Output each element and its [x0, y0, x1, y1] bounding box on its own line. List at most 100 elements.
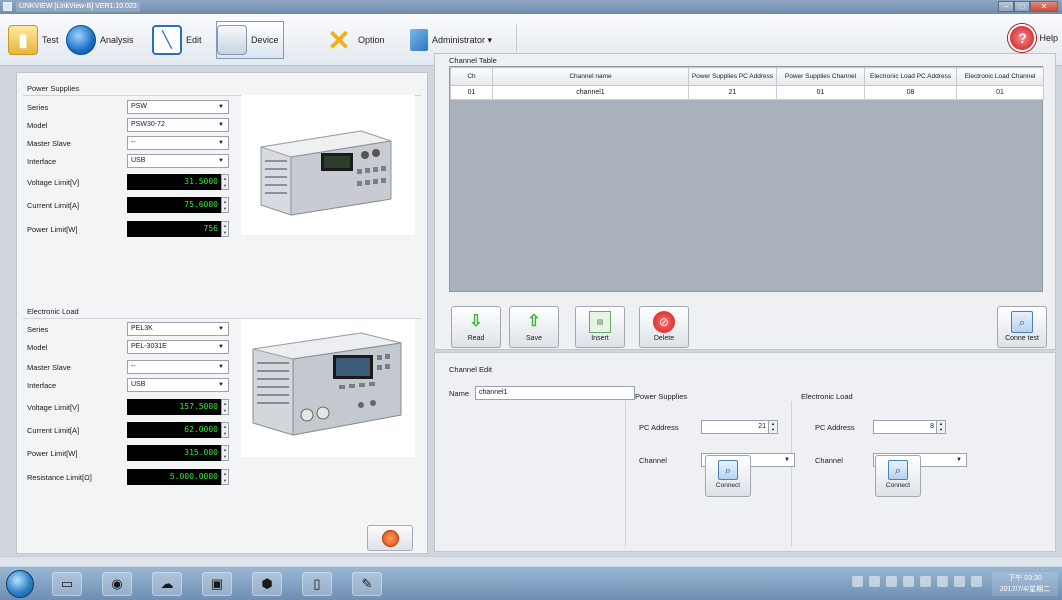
el-master-slave-select[interactable]: -- ▼	[127, 360, 229, 374]
channel-name-label: Name	[449, 388, 470, 398]
chevron-down-icon: ▼	[218, 364, 224, 370]
ps-current-label: Current Limit[A]	[27, 200, 80, 210]
analysis-button[interactable]: Analysis	[66, 21, 134, 59]
tray-icon[interactable]	[920, 576, 931, 587]
el-pc-address-spinner[interactable]: ▲ ▼	[937, 420, 946, 434]
edit-button[interactable]: ╲ Edit	[152, 21, 202, 59]
ps-model-select[interactable]: PSW30-72 ▼	[127, 118, 229, 132]
ps-current-spinner[interactable]: ▲ ▼	[221, 197, 229, 213]
reset-button[interactable]	[367, 525, 413, 551]
power-supply-image	[241, 95, 415, 235]
device-settings-panel: Power Supplies Series PSW ▼ Model PSW30-7…	[16, 72, 428, 554]
help-button[interactable]: ? Help	[1008, 24, 1058, 52]
el-power-spinner[interactable]: ▲ ▼	[221, 445, 229, 461]
reset-icon	[382, 530, 399, 547]
start-button[interactable]	[6, 570, 34, 598]
column-header-ps-channel[interactable]: Power Supplies Channel	[776, 67, 865, 86]
el-interface-select[interactable]: USB ▼	[127, 378, 229, 392]
el-current-input[interactable]: 62.0000	[127, 422, 221, 438]
device-button[interactable]: Device	[216, 21, 284, 59]
ps-voltage-label: Voltage Limit[V]	[27, 177, 80, 187]
ps-pc-address-spinner[interactable]: ▲ ▼	[769, 420, 778, 434]
ps-power-label: Power Limit[W]	[27, 224, 78, 234]
delete-button[interactable]: ⊘ Delete	[639, 306, 689, 348]
el-pc-address-input[interactable]: 8	[873, 420, 937, 434]
el-connect-button[interactable]: ⌕ Connect	[875, 455, 921, 497]
test-button[interactable]: ▮ Test	[8, 21, 59, 59]
section-divider	[791, 401, 792, 547]
table-row[interactable]: 01 channel1 21 01 08 01	[450, 85, 1044, 100]
ps-voltage-input[interactable]: 31.5000	[127, 174, 221, 190]
tray-icon[interactable]	[937, 576, 948, 587]
insert-button[interactable]: ▤ Insert	[575, 306, 625, 348]
test-icon: ▮	[8, 25, 38, 55]
el-interface-row: Interface USB ▼	[27, 377, 229, 393]
column-header-ch[interactable]: Ch	[450, 67, 493, 86]
channel-name-input[interactable]: channel1	[475, 386, 636, 400]
ps-power-input[interactable]: 756	[127, 221, 221, 237]
ps-series-select[interactable]: PSW ▼	[127, 100, 229, 114]
channel-name-row: Name channel1	[449, 386, 636, 400]
column-header-ps-pc-address[interactable]: Power Supplies PC Address	[688, 67, 777, 86]
connection-test-button[interactable]: ⌕ Conne test	[997, 306, 1047, 348]
save-button[interactable]: ⇧ Save	[509, 306, 559, 348]
electronic-load-title: Electronic Load	[27, 307, 79, 316]
el-resistance-input[interactable]: 5.000.0000	[127, 469, 221, 485]
administrator-icon	[410, 29, 428, 51]
test-label: Test	[42, 35, 59, 45]
maximize-button[interactable]: □	[1014, 1, 1030, 12]
read-button[interactable]: ⇩ Read	[451, 306, 501, 348]
help-label: Help	[1039, 33, 1058, 43]
tray-icon[interactable]	[971, 576, 982, 587]
column-header-channel-name[interactable]: Channel name	[492, 67, 689, 86]
option-label: Option	[358, 35, 385, 45]
option-button[interactable]: ✕ Option	[324, 21, 385, 59]
table-cell: channel1	[492, 85, 689, 100]
ps-pc-address-input[interactable]: 21	[701, 420, 769, 434]
column-header-el-channel[interactable]: Electronic Load Channel	[956, 67, 1044, 86]
el-series-label: Series	[27, 324, 49, 334]
el-power-input[interactable]: 315.000	[127, 445, 221, 461]
el-voltage-label: Voltage Limit[V]	[27, 402, 80, 412]
tray-icon[interactable]	[954, 576, 965, 587]
chevron-down-icon: ▼	[218, 382, 224, 388]
el-current-spinner[interactable]: ▲ ▼	[221, 422, 229, 438]
el-section-title: Electronic Load	[801, 392, 853, 401]
el-voltage-input[interactable]: 157.5000	[127, 399, 221, 415]
delete-label: Delete	[653, 335, 675, 342]
tray-icon[interactable]	[903, 576, 914, 587]
channel-table-area: Ch Channel name Power Supplies PC Addres…	[449, 66, 1044, 292]
app-window-icon[interactable]: ▣	[202, 572, 232, 596]
el-model-select[interactable]: PEL-3031E ▼	[127, 340, 229, 354]
minimize-button[interactable]: –	[998, 1, 1014, 12]
close-button[interactable]: ✕	[1030, 1, 1058, 12]
tray-icon[interactable]	[886, 576, 897, 587]
cloud-icon[interactable]: ☁	[152, 572, 182, 596]
window-controls: – □ ✕	[998, 1, 1058, 13]
el-series-select[interactable]: PEL3K ▼	[127, 322, 229, 336]
linkview-taskbar-icon[interactable]: ✎	[352, 572, 382, 596]
system-clock[interactable]: 下午 03:30 2017/7/4/星期二	[992, 572, 1058, 596]
browser-icon[interactable]: ◉	[102, 572, 132, 596]
arrow-up-icon: ⇧	[527, 313, 541, 330]
tray-icon[interactable]	[869, 576, 880, 587]
read-label: Read	[467, 335, 485, 342]
tray-icon[interactable]	[852, 576, 863, 587]
ps-current-input[interactable]: 75.6000	[127, 197, 221, 213]
device-icon	[217, 25, 247, 55]
ps-model-row: Model PSW30-72 ▼	[27, 117, 229, 133]
ps-master-slave-select[interactable]: -- ▼	[127, 136, 229, 150]
app-icon	[3, 2, 12, 11]
ps-voltage-spinner[interactable]: ▲ ▼	[221, 174, 229, 190]
el-voltage-spinner[interactable]: ▲ ▼	[221, 399, 229, 415]
column-header-el-pc-address[interactable]: Electronic Load PC Address	[864, 67, 957, 86]
ps-interface-select[interactable]: USB ▼	[127, 154, 229, 168]
folder-icon[interactable]: ▭	[52, 572, 82, 596]
el-resistance-spinner[interactable]: ▲ ▼	[221, 469, 229, 485]
network-app-icon[interactable]: ⬢	[252, 572, 282, 596]
el-interface-label: Interface	[27, 380, 57, 390]
ps-power-spinner[interactable]: ▲ ▼	[221, 221, 229, 237]
document-icon[interactable]: ▯	[302, 572, 332, 596]
table-cell: 01	[956, 85, 1044, 100]
ps-connect-button[interactable]: ⌕ Connect	[705, 455, 751, 497]
